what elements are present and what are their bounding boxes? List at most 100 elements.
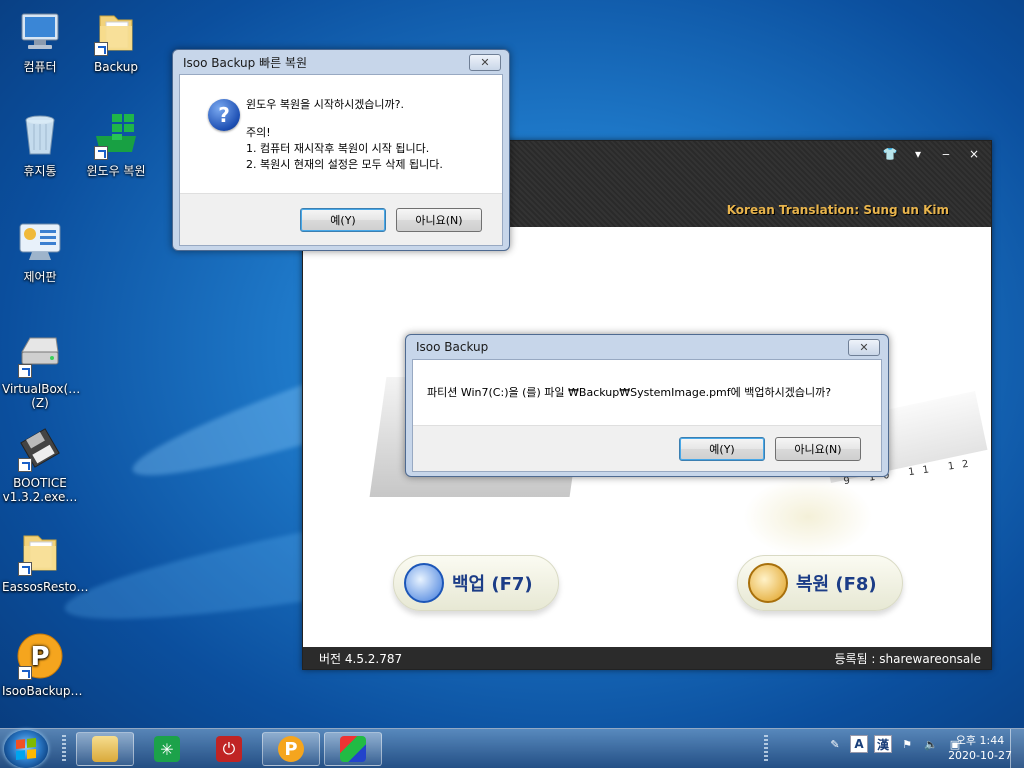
dialog-titlebar: Isoo Backup 빠른 복원 ✕: [179, 50, 503, 74]
recycle-bin-icon: [16, 112, 64, 160]
shortcut-arrow-icon: [18, 458, 32, 472]
desktop-icon-label: EassosResto…: [2, 580, 89, 594]
question-icon: ?: [208, 99, 240, 131]
taskbar-isoo-backup[interactable]: P: [262, 732, 320, 766]
close-icon: ✕: [480, 55, 490, 69]
show-desktop-button[interactable]: [1010, 729, 1024, 768]
quick-restore-dialog: Isoo Backup 빠른 복원 ✕ ? 윈도우 복원을 시작하시겠습니까?.…: [172, 49, 510, 251]
clock[interactable]: 오후 1:44 2020-10-27: [948, 733, 1012, 763]
volume-icon[interactable]: 🔈: [922, 735, 940, 753]
system-tray: ✎ A 漢 ⚑ 🔈 ▣: [826, 735, 964, 753]
taskbar-grip: [62, 735, 66, 763]
minimize-icon[interactable]: ‒: [937, 147, 955, 161]
menu-dropdown-icon[interactable]: ▾: [909, 147, 927, 161]
start-button[interactable]: [4, 730, 48, 768]
dialog-title: Isoo Backup: [416, 340, 489, 354]
close-button[interactable]: ✕: [469, 53, 501, 71]
desktop-icon-label: 휴지통: [23, 164, 57, 178]
restore-button-label: 복원 (F8): [796, 574, 877, 595]
taskbar-file-explorer[interactable]: [76, 732, 134, 766]
backup-button-label: 백업 (F7): [452, 574, 533, 595]
action-center-icon[interactable]: ⚑: [898, 735, 916, 753]
close-button[interactable]: ✕: [848, 338, 880, 356]
desktop-icon-recycle-bin[interactable]: 휴지통: [2, 112, 78, 178]
green-windows-icon: [92, 112, 140, 160]
desktop-icon-label: VirtualBox(…: [2, 382, 81, 396]
shortcut-arrow-icon: [18, 364, 32, 378]
message-line: 주의!: [246, 126, 271, 139]
version-label: 버전 4.5.2.787: [319, 651, 403, 666]
floppy-tools-icon: [16, 424, 64, 472]
isoo-window-controls: 👕 ▾ ‒ ×: [881, 147, 983, 161]
folder-icon: [16, 528, 64, 576]
taskbar-green-app[interactable]: ✳: [138, 732, 196, 766]
backup-confirm-dialog: Isoo Backup ✕ 파티션 Win7(C:)을 (를) 파일 ₩Back…: [405, 334, 889, 477]
desktop-icon-label: IsooBackup…: [2, 684, 83, 698]
cube-app-icon: [340, 736, 366, 762]
dialog-footer: 예(Y) 아니요(N): [180, 193, 502, 245]
desktop-icon-label: BOOTICE: [13, 476, 67, 490]
no-button[interactable]: 아니요(N): [396, 207, 482, 232]
dialog-content: ? 윈도우 복원을 시작하시겠습니까?. 주의! 1. 컴퓨터 재시작후 복원이…: [179, 74, 503, 246]
translation-credit: Korean Translation: Sung un Kim: [726, 203, 949, 217]
restore-button[interactable]: 복원 (F8): [737, 555, 903, 611]
shortcut-arrow-icon: [18, 562, 32, 576]
close-icon[interactable]: ×: [965, 147, 983, 161]
desktop-icon-computer[interactable]: 컴퓨터: [2, 8, 78, 74]
registration-label: 등록됨 : sharewareonsale: [834, 651, 981, 666]
close-icon: ✕: [859, 340, 869, 354]
yes-button[interactable]: 예(Y): [679, 436, 765, 461]
message-line: 윈도우 복원을 시작하시겠습니까?.: [246, 98, 405, 111]
desktop-icon-backup[interactable]: Backup: [78, 8, 154, 74]
folder-icon: [92, 8, 140, 56]
desktop-icon-isoobackup[interactable]: P IsooBackup…: [2, 632, 83, 698]
clock-time: 오후 1:44: [955, 734, 1005, 747]
desktop-icon-label: 윈도우 복원: [86, 164, 146, 178]
taskbar-bootice[interactable]: [324, 732, 382, 766]
clock-date: 2020-10-27: [948, 749, 1012, 762]
desktop-icon-virtualbox[interactable]: VirtualBox(… (Z): [2, 330, 81, 410]
desktop-icon-label: 컴퓨터: [23, 60, 57, 74]
taskbar-red-app[interactable]: ⏻: [200, 732, 258, 766]
tray-grip: [764, 735, 768, 763]
dialog-content: 파티션 Win7(C:)을 (를) 파일 ₩Backup₩SystemImage…: [412, 359, 882, 472]
shortcut-arrow-icon: [94, 42, 108, 56]
ime-mode-a[interactable]: A: [850, 735, 868, 753]
ime-tools-icon[interactable]: ✎: [826, 735, 844, 753]
desktop-icon-control-panel[interactable]: 제어판: [2, 218, 78, 284]
control-panel-icon: [16, 218, 64, 266]
desktop-icon-windows-restore[interactable]: 윈도우 복원: [78, 112, 154, 178]
ime-mode-han[interactable]: 漢: [874, 735, 892, 753]
desktop-icon-label: 제어판: [23, 270, 57, 284]
message-line: 1. 컴퓨터 재시작후 복원이 시작 됩니다.: [246, 142, 430, 155]
no-button[interactable]: 아니요(N): [775, 436, 861, 461]
shortcut-arrow-icon: [18, 666, 32, 680]
svg-text:P: P: [30, 642, 49, 672]
folder-icon: [92, 736, 118, 762]
decorative-cubes-graphic: [743, 477, 873, 557]
backup-button[interactable]: 백업 (F7): [393, 555, 559, 611]
dialog-titlebar: Isoo Backup ✕: [412, 335, 882, 359]
message-line: 2. 복원시 현재의 설정은 모두 삭제 됩니다.: [246, 158, 443, 171]
isoo-status-bar: 버전 4.5.2.787 등록됨 : sharewareonsale: [303, 647, 991, 669]
isoo-backup-icon: P: [16, 632, 64, 680]
green-sparkle-icon: ✳: [154, 736, 180, 762]
windows-logo-icon: [16, 737, 36, 761]
desktop-icon-label: Backup: [94, 60, 138, 74]
isoo-backup-icon: P: [278, 736, 304, 762]
dialog-message: 윈도우 복원을 시작하시겠습니까?. 주의! 1. 컴퓨터 재시작후 복원이 시…: [246, 97, 443, 173]
shortcut-arrow-icon: [94, 146, 108, 160]
dialog-message: 파티션 Win7(C:)을 (를) 파일 ₩Backup₩SystemImage…: [427, 386, 832, 399]
desktop-icon-eassos[interactable]: EassosResto…: [2, 528, 89, 594]
desktop-icon-bootice[interactable]: BOOTICE v1.3.2.exe…: [2, 424, 78, 504]
dialog-footer: 예(Y) 아니요(N): [413, 425, 881, 471]
skin-icon[interactable]: 👕: [881, 147, 899, 161]
power-icon: ⏻: [216, 736, 242, 762]
desktop-icon-label-line2: v1.3.2.exe…: [2, 490, 78, 504]
backup-icon: [404, 563, 444, 603]
dialog-title: Isoo Backup 빠른 복원: [183, 55, 308, 70]
drive-icon: [16, 330, 64, 378]
restore-icon: [748, 563, 788, 603]
computer-icon: [16, 8, 64, 56]
yes-button[interactable]: 예(Y): [300, 207, 386, 232]
